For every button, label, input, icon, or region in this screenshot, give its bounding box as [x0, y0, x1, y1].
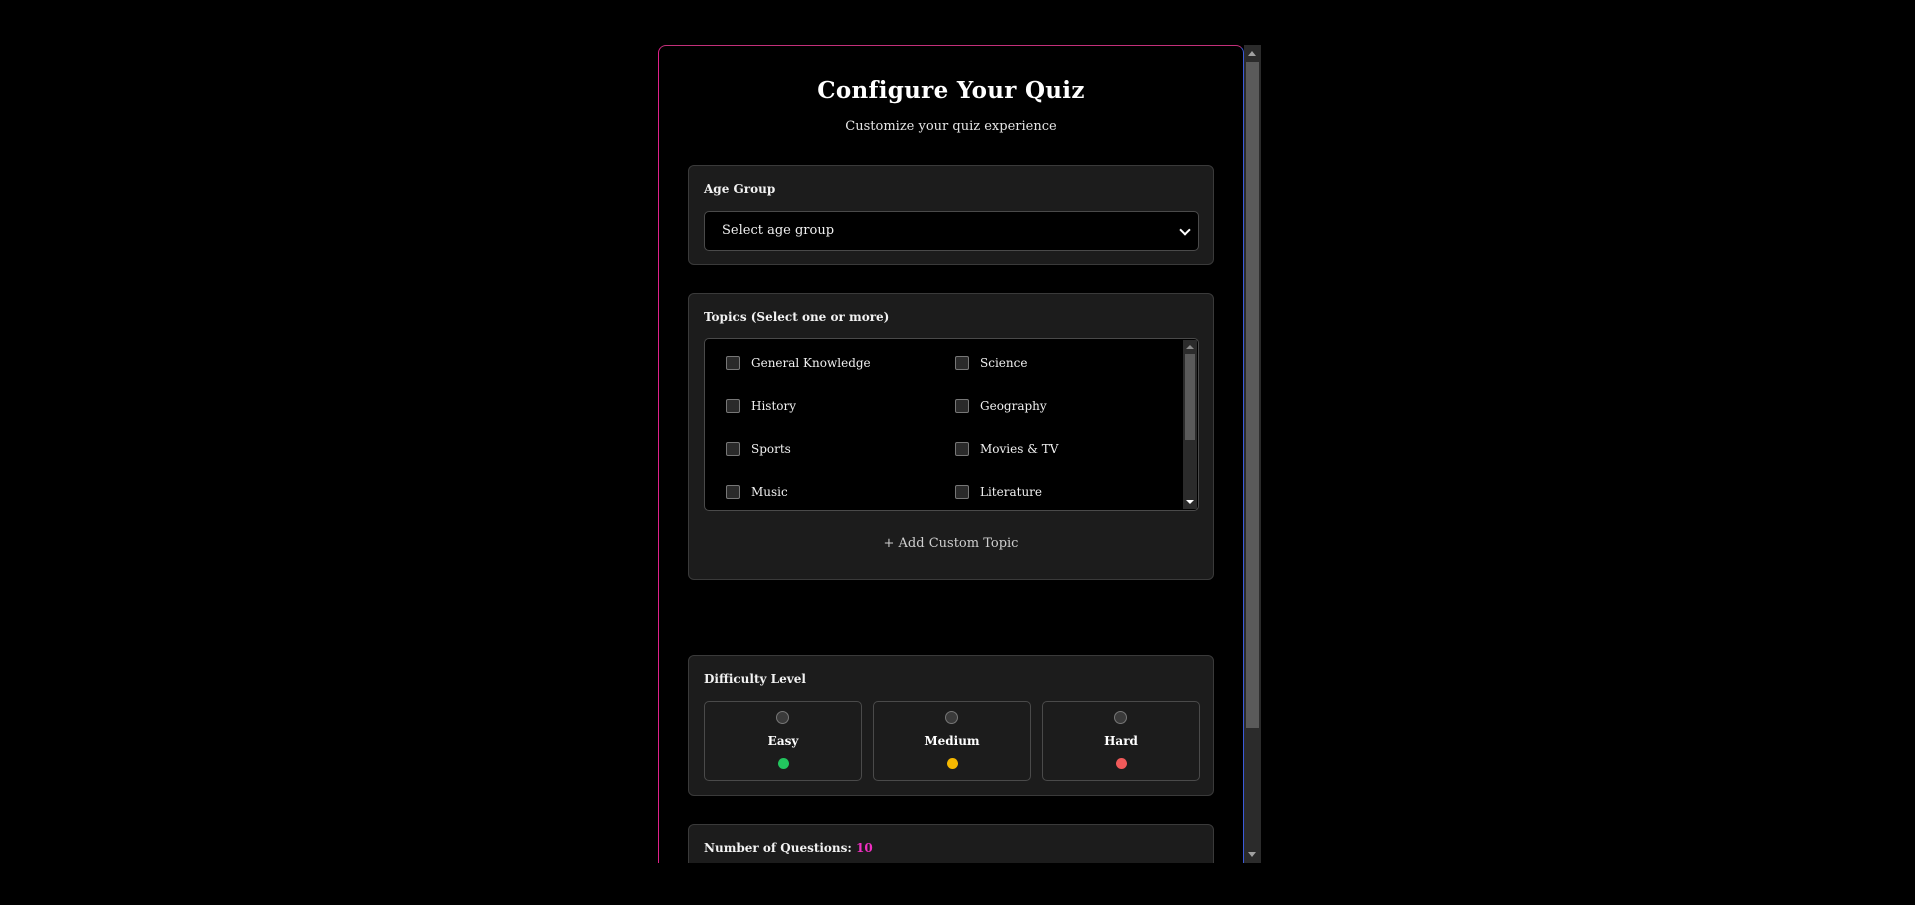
- topic-label: Movies & TV: [980, 442, 1059, 456]
- topics-list[interactable]: General Knowledge Science History Geogra…: [704, 338, 1199, 511]
- checkbox-icon: [955, 442, 969, 456]
- topics-scrollbar[interactable]: [1183, 340, 1197, 509]
- question-count-value: 10: [856, 841, 873, 855]
- difficulty-dot-icon: [947, 758, 958, 769]
- topics-card: Topics (Select one or more) General Know…: [688, 293, 1214, 580]
- topic-label: History: [751, 399, 797, 413]
- scroll-down-icon[interactable]: [1186, 500, 1194, 504]
- checkbox-icon: [726, 356, 740, 370]
- radio-icon: [1114, 711, 1127, 724]
- topic-checkbox-music[interactable]: Music: [726, 482, 788, 502]
- page-scrollbar-thumb[interactable]: [1246, 62, 1259, 728]
- page-title: Configure Your Quiz: [817, 77, 1085, 104]
- difficulty-label: Difficulty Level: [704, 672, 806, 686]
- age-group-select-value: Select age group: [722, 223, 835, 238]
- add-custom-topic-button[interactable]: + Add Custom Topic: [689, 536, 1213, 551]
- topics-scrollbar-thumb[interactable]: [1185, 354, 1195, 440]
- topic-label: General Knowledge: [751, 356, 871, 370]
- question-count-label: Number of Questions: 10: [704, 841, 873, 855]
- difficulty-card: Difficulty Level Easy Medium Hard: [688, 655, 1214, 796]
- difficulty-option-medium[interactable]: Medium: [873, 701, 1031, 781]
- difficulty-dot-icon: [778, 758, 789, 769]
- difficulty-option-label: Easy: [767, 734, 799, 748]
- age-group-select[interactable]: Select age group: [704, 211, 1199, 251]
- scroll-up-icon[interactable]: [1186, 345, 1194, 349]
- checkbox-icon: [726, 485, 740, 499]
- difficulty-dot-icon: [1116, 758, 1127, 769]
- checkbox-icon: [955, 399, 969, 413]
- topic-label: Sports: [751, 442, 791, 456]
- topic-label: Literature: [980, 485, 1043, 499]
- scroll-down-icon[interactable]: [1248, 852, 1256, 857]
- chevron-down-icon: [1179, 224, 1191, 236]
- topic-label: Science: [980, 356, 1028, 370]
- topic-checkbox-science[interactable]: Science: [955, 353, 1027, 373]
- topic-checkbox-history[interactable]: History: [726, 396, 796, 416]
- age-group-label: Age Group: [704, 182, 776, 196]
- topic-label: Geography: [980, 399, 1047, 413]
- difficulty-option-label: Hard: [1104, 734, 1138, 748]
- checkbox-icon: [726, 399, 740, 413]
- checkbox-icon: [726, 442, 740, 456]
- age-group-card: Age Group Select age group: [688, 165, 1214, 265]
- checkbox-icon: [955, 485, 969, 499]
- difficulty-option-label: Medium: [924, 734, 980, 748]
- page-scrollbar[interactable]: [1244, 45, 1261, 863]
- topic-checkbox-movies-tv[interactable]: Movies & TV: [955, 439, 1058, 459]
- page-subtitle: Customize your quiz experience: [845, 119, 1057, 134]
- topics-label: Topics (Select one or more): [704, 310, 890, 324]
- topic-checkbox-geography[interactable]: Geography: [955, 396, 1047, 416]
- radio-icon: [776, 711, 789, 724]
- question-count-card: Number of Questions: 10: [688, 824, 1214, 863]
- difficulty-option-hard[interactable]: Hard: [1042, 701, 1200, 781]
- quiz-config-panel: Configure Your Quiz Customize your quiz …: [658, 45, 1244, 863]
- checkbox-icon: [955, 356, 969, 370]
- topic-checkbox-sports[interactable]: Sports: [726, 439, 791, 459]
- topic-checkbox-general-knowledge[interactable]: General Knowledge: [726, 353, 871, 373]
- topic-label: Music: [751, 485, 788, 499]
- topic-checkbox-literature[interactable]: Literature: [955, 482, 1042, 502]
- difficulty-option-easy[interactable]: Easy: [704, 701, 862, 781]
- question-count-text: Number of Questions:: [704, 841, 852, 855]
- scroll-up-icon[interactable]: [1248, 51, 1256, 56]
- radio-icon: [945, 711, 958, 724]
